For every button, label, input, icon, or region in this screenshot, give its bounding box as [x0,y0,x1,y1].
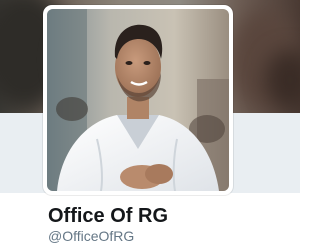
profile-avatar[interactable] [43,5,233,195]
profile-screen-name[interactable]: @OfficeOfRG [48,228,134,244]
avatar-photo [47,9,229,191]
profile-display-name[interactable]: Office Of RG [48,205,168,227]
